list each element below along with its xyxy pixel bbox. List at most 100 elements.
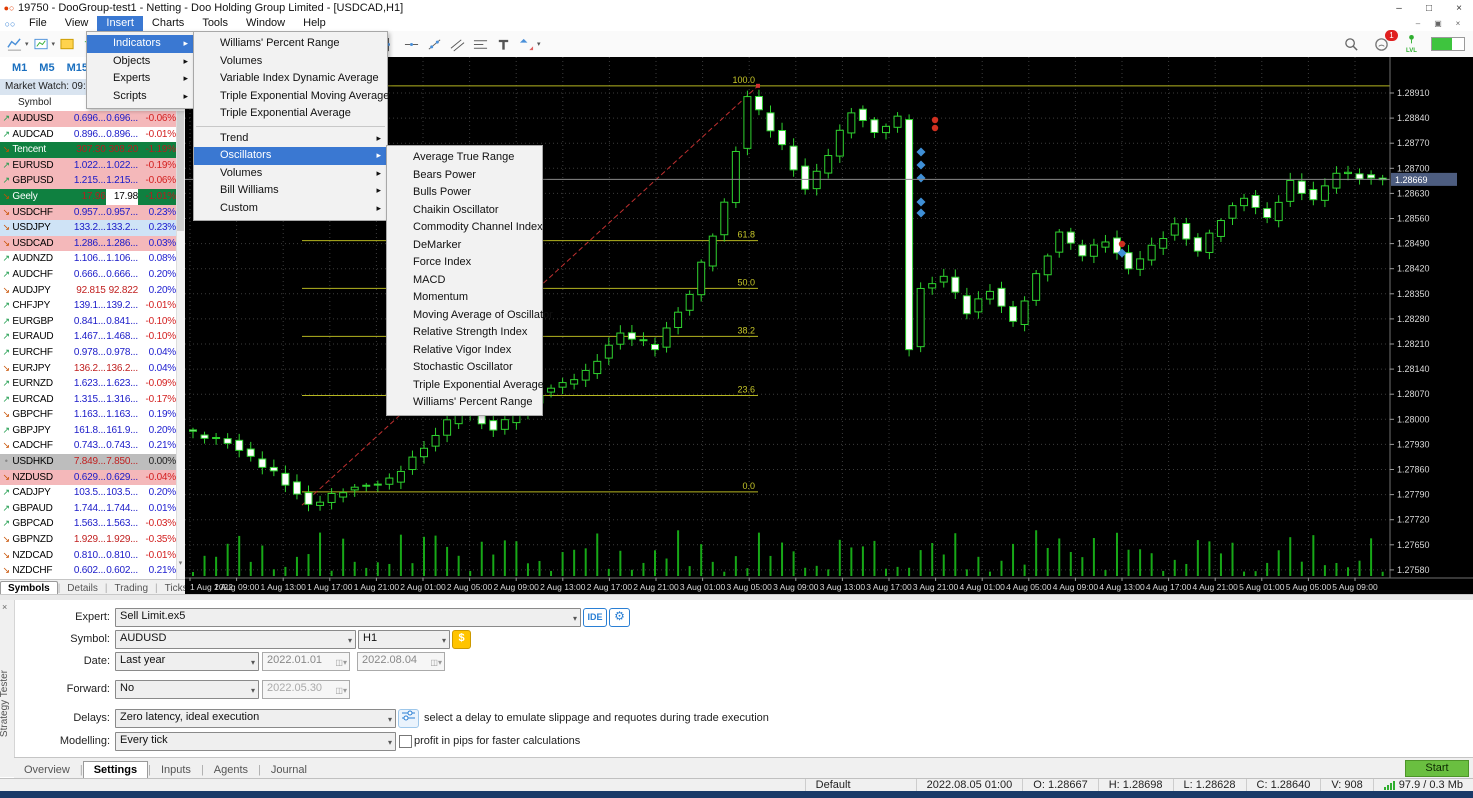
notifications-icon[interactable]: 1 [1371, 34, 1392, 55]
indicators-item-volumes[interactable]: Volumes▸ [194, 165, 387, 183]
modelling-select[interactable]: Every tick▾ [115, 732, 396, 751]
indicators-item-triple-exponential-average[interactable]: Triple Exponential Average [194, 105, 387, 123]
market-watch-row-audchf[interactable]: ↗AUDCHF0.666...0.666...0.20% [0, 267, 185, 283]
forward-date-field[interactable]: 2022.05.30◫▾ [262, 680, 350, 699]
tester-tab-settings[interactable]: Settings [83, 761, 148, 778]
market-watch-row-gbpnzd[interactable]: ↘GBPNZD1.929...1.929...-0.35% [0, 532, 185, 548]
date-range-select[interactable]: Last year▾ [115, 652, 259, 671]
market-watch-row-nzdcad[interactable]: ↘NZDCAD0.810...0.810...-0.01% [0, 548, 185, 564]
menu-charts[interactable]: Charts [143, 16, 193, 31]
market-watch-row-eurnzd[interactable]: ↗EURNZD1.623...1.623...-0.09% [0, 376, 185, 392]
ide-button[interactable]: IDE [583, 608, 607, 627]
chart-minimize-button[interactable]: – [1411, 19, 1425, 28]
market-watch-scrollbar[interactable]: ▾ [176, 111, 185, 579]
indicators-item-williams-percent-range[interactable]: Williams' Percent Range [194, 35, 387, 53]
levels-icon[interactable]: LVL [1401, 34, 1422, 55]
market-watch-row-eurjpy[interactable]: ↘EURJPY136.2...136.2...0.04% [0, 361, 185, 377]
oscillators-item-demarker[interactable]: DeMarker [387, 237, 542, 255]
market-watch-row-audusd[interactable]: ↗AUDUSD0.696...0.696...-0.06% [0, 111, 185, 127]
market-watch-row-gbpjpy[interactable]: ↗GBPJPY161.8...161.9...0.20% [0, 423, 185, 439]
delays-select[interactable]: Zero latency, ideal execution▾ [115, 709, 396, 728]
tester-tab-journal[interactable]: Journal [261, 762, 317, 778]
menu-tools[interactable]: Tools [193, 16, 237, 31]
oscillators-item-relative-strength-index[interactable]: Relative Strength Index [387, 324, 542, 342]
indicators-item-oscillators[interactable]: Oscillators▸ [194, 147, 387, 165]
menu-help[interactable]: Help [294, 16, 335, 31]
oscillators-item-momentum[interactable]: Momentum [387, 289, 542, 307]
timeframe-m1[interactable]: M1 [8, 61, 31, 75]
minimize-button[interactable]: – [1385, 1, 1413, 16]
search-icon[interactable] [1341, 34, 1362, 55]
market-watch-row-eurchf[interactable]: ↗EURCHF0.978...0.978...0.04% [0, 345, 185, 361]
expert-settings-gear-icon[interactable]: ⚙ [609, 608, 630, 627]
insert-menu-item-objects[interactable]: Objects▸ [87, 53, 194, 71]
market-watch-tab-symbols[interactable]: Symbols [0, 581, 58, 595]
strategy-tester-side-tab[interactable]: × Strategy Tester [0, 600, 15, 777]
menu-view[interactable]: View [56, 16, 98, 31]
market-watch-row-cadchf[interactable]: ↘CADCHF0.743...0.743...0.21% [0, 438, 185, 454]
market-watch-row-usdjpy[interactable]: ↘USDJPY133.2...133.2...0.23% [0, 220, 185, 236]
oscillators-item-average-true-range[interactable]: Average True Range [387, 149, 542, 167]
delay-slider-icon[interactable] [398, 709, 419, 728]
text-icon[interactable] [493, 34, 514, 55]
market-watch-row-gbpusd[interactable]: ↗GBPUSD1.215...1.215...-0.06% [0, 173, 185, 189]
market-watch-row-cadjpy[interactable]: ↗CADJPY103.5...103.5...0.20% [0, 485, 185, 501]
scrollbar-thumb[interactable] [177, 111, 184, 231]
menu-insert[interactable]: Insert [97, 16, 143, 31]
market-watch-row-gbpcad[interactable]: ↗GBPCAD1.563...1.563...-0.03% [0, 516, 185, 532]
trendline-icon[interactable] [424, 34, 445, 55]
insert-menu-item-indicators[interactable]: Indicators▸ [87, 35, 194, 53]
scrollbar-down-icon[interactable]: ▾ [177, 559, 184, 569]
oscillators-item-bulls-power[interactable]: Bulls Power [387, 184, 542, 202]
oscillators-item-bears-power[interactable]: Bears Power [387, 167, 542, 185]
oscillators-item-commodity-channel-index[interactable]: Commodity Channel Index [387, 219, 542, 237]
menu-window[interactable]: Window [237, 16, 294, 31]
menu-file[interactable]: File [20, 16, 56, 31]
maximize-button[interactable]: □ [1415, 1, 1443, 16]
arrows-icon[interactable] [516, 34, 537, 55]
market-watch-row-audjpy[interactable]: ↘AUDJPY92.81592.8220.20% [0, 283, 185, 299]
oscillators-item-relative-vigor-index[interactable]: Relative Vigor Index [387, 342, 542, 360]
market-watch-row-tencent[interactable]: ↘Tencent307.30308.20-1.19% [0, 142, 185, 158]
deposit-currency-button[interactable]: $ [452, 630, 471, 649]
insert-menu-item-experts[interactable]: Experts▸ [87, 70, 194, 88]
market-watch-row-usdhkd[interactable]: •USDHKD7.849...7.850...0.00% [0, 454, 185, 470]
market-watch-row-geely[interactable]: ↘Geely17.9617.98-1.01% [0, 189, 185, 205]
oscillators-item-moving-average-of-oscillator[interactable]: Moving Average of Oscillator [387, 307, 542, 325]
market-watch-row-eurusd[interactable]: ↗EURUSD1.022...1.022...-0.19% [0, 158, 185, 174]
arrows-icon-dropdown[interactable]: ▾ [537, 40, 541, 48]
oscillators-item-williams-percent-range[interactable]: Williams' Percent Range [387, 394, 542, 412]
chart-profiles-icon[interactable] [31, 34, 52, 55]
market-watch-row-chfjpy[interactable]: ↗CHFJPY139.1...139.2...-0.01% [0, 298, 185, 314]
new-chart-icon[interactable] [4, 34, 25, 55]
market-watch-row-eurgbp[interactable]: ↗EURGBP0.841...0.841...-0.10% [0, 314, 185, 330]
market-watch-row-usdcad[interactable]: ↘USDCAD1.286...1.286...0.03% [0, 236, 185, 252]
market-watch-row-eurcad[interactable]: ↗EURCAD1.315...1.316...-0.17% [0, 392, 185, 408]
market-watch-row-gbpaud[interactable]: ↗GBPAUD1.744...1.744...0.01% [0, 501, 185, 517]
indicators-item-triple-exponential-moving-average[interactable]: Triple Exponential Moving Average [194, 88, 387, 106]
market-watch-row-audnzd[interactable]: ↗AUDNZD1.106...1.106...0.08% [0, 251, 185, 267]
start-button[interactable]: Start [1405, 760, 1469, 777]
tester-tab-agents[interactable]: Agents [204, 762, 258, 778]
timeframe-m5[interactable]: M5 [35, 61, 58, 75]
expert-select[interactable]: Sell Limit.ex5▾ [115, 608, 581, 627]
fibonacci-icon[interactable] [470, 34, 491, 55]
market-watch-row-euraud[interactable]: ↗EURAUD1.467...1.468...-0.10% [0, 329, 185, 345]
date-from-field[interactable]: 2022.01.01◫▾ [262, 652, 350, 671]
oscillators-item-triple-exponential-average[interactable]: Triple Exponential Average [387, 377, 542, 395]
indicators-item-volumes[interactable]: Volumes [194, 53, 387, 71]
new-order-icon[interactable] [57, 34, 78, 55]
market-watch-row-nzdchf[interactable]: ↘NZDCHF0.602...0.602...0.21% [0, 563, 185, 579]
period-select[interactable]: H1▾ [358, 630, 450, 649]
chart-close-button[interactable]: × [1451, 19, 1465, 28]
profit-in-pips-checkbox[interactable] [399, 735, 412, 748]
horizontal-line-icon[interactable] [401, 34, 422, 55]
indicators-item-variable-index-dynamic-average[interactable]: Variable Index Dynamic Average [194, 70, 387, 88]
indicators-item-trend[interactable]: Trend▸ [194, 130, 387, 148]
tester-close-icon[interactable]: × [2, 602, 7, 612]
chart-restore-button[interactable]: ▣ [1431, 19, 1445, 28]
market-watch-row-gbpchf[interactable]: ↘GBPCHF1.163...1.163...0.19% [0, 407, 185, 423]
market-watch-row-nzdusd[interactable]: ↘NZDUSD0.629...0.629...-0.04% [0, 470, 185, 486]
insert-menu-item-scripts[interactable]: Scripts▸ [87, 88, 194, 106]
tester-tab-inputs[interactable]: Inputs [151, 762, 201, 778]
